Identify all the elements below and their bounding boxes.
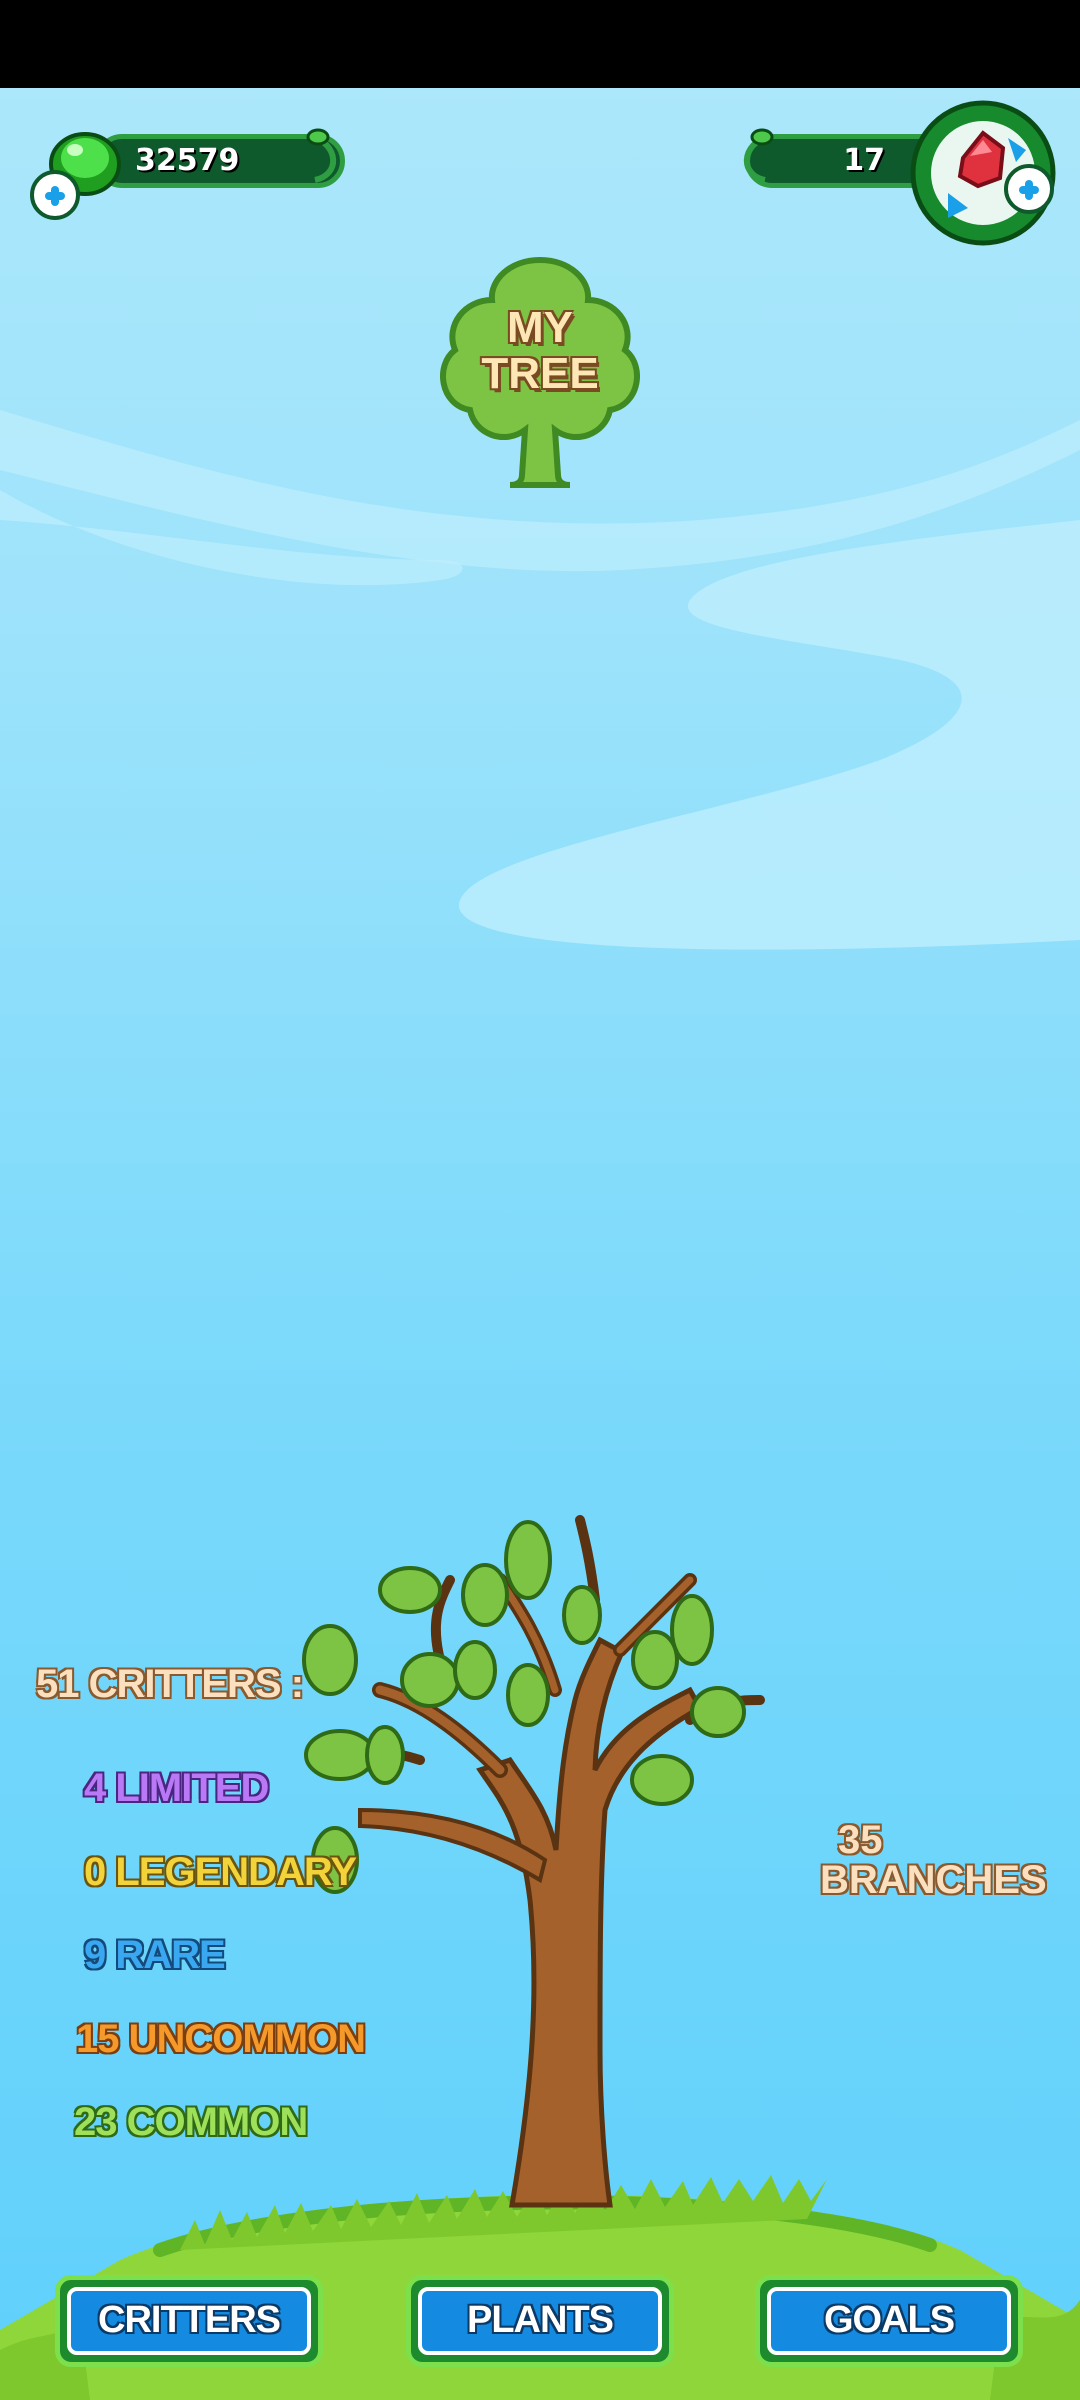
critters-rare: 9 RARE [84,1933,226,1977]
critters-common: 23 COMMON [74,2100,308,2144]
critters-total: 51 CRITTERS : [36,1662,304,1706]
critters-legendary: 0 LEGENDARY [84,1850,357,1894]
tree-illustration [302,1515,765,2208]
critters-button-label: CRITTERS [67,2287,311,2355]
branches-counter: 35 BRANCHES [820,1820,1047,1900]
my-tree-title-badge: MY TREE [430,255,650,490]
branches-label: BRANCHES [820,1858,1047,1902]
critters-limited: 4 LIMITED [84,1766,269,1810]
goals-button-label: GOALS [767,2287,1011,2355]
gem-count: 17 [843,143,885,178]
plants-button[interactable]: PLANTS [406,2275,674,2367]
vine-decoration-icon [306,128,337,183]
vine-decoration-icon [743,128,774,183]
add-gems-button[interactable] [1004,164,1054,214]
branches-count: 35 [838,1818,883,1862]
add-coins-button[interactable] [30,170,80,220]
coin-count: 32579 [135,143,240,178]
page-title: MY TREE [481,303,599,398]
critters-button[interactable]: CRITTERS [55,2275,323,2367]
critters-uncommon: 15 UNCOMMON [76,2017,366,2061]
plants-button-label: PLANTS [418,2287,662,2355]
goals-button[interactable]: GOALS [755,2275,1023,2367]
